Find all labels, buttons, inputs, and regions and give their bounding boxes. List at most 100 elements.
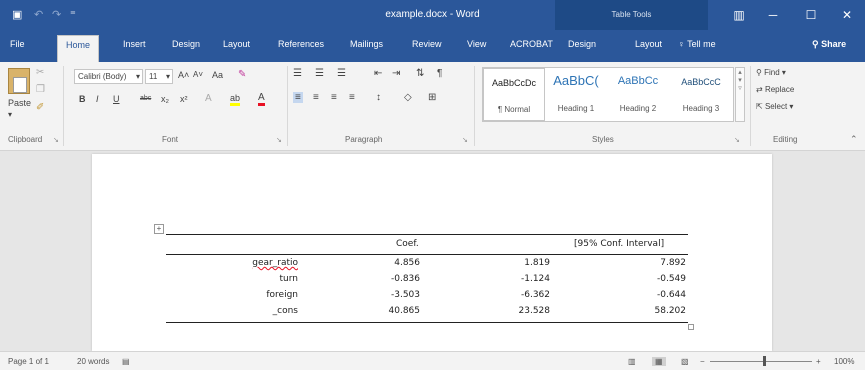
zoom-level[interactable]: 100% (834, 357, 854, 366)
shrink-font-button[interactable]: A˅ (193, 70, 203, 79)
style-sample: AaBbCcDc (491, 78, 536, 88)
increase-indent-icon[interactable]: ⇥ (392, 68, 400, 79)
justify-icon[interactable]: ≡ (349, 92, 355, 103)
font-family-select[interactable]: Calibri (Body) ▾ (74, 69, 143, 84)
table-cell: -6.362 (520, 290, 550, 300)
tab-layout[interactable]: Layout (223, 39, 250, 49)
tab-acrobat[interactable]: ACROBAT (510, 39, 553, 49)
tab-review[interactable]: Review (412, 39, 442, 49)
chevron-down-icon: ▾ (135, 72, 140, 81)
font-color-button[interactable]: A (258, 92, 265, 106)
highlight-color-button[interactable]: ab (230, 93, 241, 106)
styles-launcher-icon[interactable]: ↘ (734, 136, 740, 144)
align-center-icon[interactable]: ≡ (313, 92, 319, 103)
zoom-slider-thumb[interactable] (763, 356, 766, 366)
styles-more-icon[interactable]: ▿ (736, 84, 744, 92)
tab-design[interactable]: Design (172, 39, 200, 49)
title-bar: ▣ ↶ ↷ ⁼ example.docx - Word Table Tools … (0, 0, 865, 30)
table-cell: -0.644 (656, 290, 686, 300)
table-cell: 23.528 (518, 306, 551, 316)
borders-icon[interactable]: ⊞ (428, 92, 436, 103)
chevron-down-icon: ▾ (789, 102, 794, 111)
ribbon-display-options-icon[interactable]: ▥ (722, 0, 756, 30)
strikethrough-button[interactable]: abc (140, 95, 151, 102)
tab-table-layout[interactable]: Layout (635, 39, 662, 49)
zoom-out-button[interactable]: − (700, 357, 705, 366)
style-normal[interactable]: AaBbCcDc ¶ Normal (483, 68, 545, 121)
sort-icon[interactable]: ⇅ (416, 68, 424, 79)
find-button[interactable]: ⚲ Find ▾ (756, 68, 786, 77)
cut-icon[interactable]: ✂ (36, 67, 44, 78)
table-tools-band: Table Tools (555, 0, 708, 30)
minimize-button[interactable]: ─ (756, 0, 790, 30)
tab-references[interactable]: References (278, 39, 324, 49)
table-header-cell: Coef. (396, 239, 419, 249)
multilevel-list-icon[interactable]: ☰ (337, 68, 346, 79)
paragraph-launcher-icon[interactable]: ↘ (462, 136, 468, 144)
document-page[interactable]: + Coef. [95% Conf. Interval] gear_ratio … (92, 154, 772, 351)
decrease-indent-icon[interactable]: ⇤ (374, 68, 382, 79)
style-heading-1[interactable]: AaBbC( Heading 1 (545, 68, 607, 121)
tab-view[interactable]: View (467, 39, 486, 49)
styles-gallery: AaBbCcDc ¶ Normal AaBbC( Heading 1 AaBbC… (482, 67, 734, 122)
paste-icon[interactable] (8, 68, 30, 94)
italic-button[interactable]: I (96, 94, 99, 104)
change-case-button[interactable]: Aa (212, 70, 223, 80)
person-icon: ⚲ (812, 39, 819, 49)
styles-group-label: Styles (592, 135, 614, 144)
proofing-icon[interactable]: ▤ (122, 357, 130, 366)
select-button[interactable]: ⇱ Select ▾ (756, 102, 793, 111)
tab-mailings[interactable]: Mailings (350, 39, 383, 49)
style-sample: AaBbC( (553, 73, 599, 88)
search-icon: ⚲ (756, 68, 762, 77)
word-count[interactable]: 20 words (77, 357, 109, 366)
tell-me-box[interactable]: ♀ Tell me (678, 39, 716, 49)
replace-button[interactable]: ⇄ Replace (756, 85, 794, 94)
close-button[interactable]: ✕ (830, 0, 864, 30)
paste-button[interactable]: Paste (8, 98, 31, 108)
bold-button[interactable]: B (79, 94, 86, 104)
font-launcher-icon[interactable]: ↘ (276, 136, 282, 144)
zoom-in-button[interactable]: + (816, 357, 821, 366)
styles-scroll[interactable]: ▴ ▾ ▿ (735, 67, 745, 122)
zoom-slider[interactable] (710, 361, 812, 362)
style-heading-3[interactable]: AaBbCcC Heading 3 (669, 68, 733, 121)
style-heading-2[interactable]: AaBbCc Heading 2 (607, 68, 669, 121)
chevron-down-icon[interactable]: ▾ (736, 76, 744, 84)
maximize-button[interactable]: ☐ (794, 0, 828, 30)
align-left-icon[interactable]: ≡ (293, 92, 303, 103)
align-right-icon[interactable]: ≡ (331, 92, 337, 103)
table-resize-handle[interactable] (688, 324, 694, 330)
copy-icon[interactable]: ❐ (36, 84, 45, 95)
subscript-button[interactable]: x₂ (161, 94, 169, 104)
paste-dropdown-icon[interactable]: ▾ (8, 110, 12, 119)
tab-home[interactable]: Home (57, 35, 100, 62)
collapse-ribbon-icon[interactable]: ⌃ (850, 134, 858, 145)
tab-insert[interactable]: Insert (123, 39, 146, 49)
web-layout-icon[interactable]: ▧ (681, 357, 689, 366)
read-mode-icon[interactable]: ▥ (628, 357, 636, 366)
font-size-select[interactable]: 11 ▾ (145, 69, 173, 84)
clipboard-launcher-icon[interactable]: ↘ (53, 136, 59, 144)
format-painter-icon[interactable]: ✐ (36, 102, 44, 113)
numbering-icon[interactable]: ☰ (315, 68, 324, 79)
print-layout-icon[interactable]: ▦ (652, 357, 666, 366)
page-count[interactable]: Page 1 of 1 (8, 357, 49, 366)
table-move-handle-icon[interactable]: + (154, 224, 164, 234)
line-spacing-icon[interactable]: ↕ (376, 92, 381, 103)
table-top-rule (166, 234, 688, 235)
bullets-icon[interactable]: ☰ (293, 68, 302, 79)
chevron-up-icon[interactable]: ▴ (736, 68, 744, 76)
show-formatting-marks-icon[interactable]: ¶ (437, 68, 442, 79)
group-divider (474, 66, 475, 146)
table-cell: 58.202 (654, 306, 687, 316)
underline-button[interactable]: U (113, 94, 120, 104)
text-effects-button[interactable]: A (205, 93, 212, 104)
share-button[interactable]: ⚲ Share (812, 39, 846, 50)
superscript-button[interactable]: x² (180, 94, 188, 104)
tab-file[interactable]: File (10, 39, 25, 49)
shading-icon[interactable]: ◇ (404, 92, 412, 103)
clear-formatting-icon[interactable]: ✎ (238, 69, 246, 80)
grow-font-button[interactable]: A˄ (178, 70, 189, 80)
tab-table-design[interactable]: Design (568, 39, 596, 49)
